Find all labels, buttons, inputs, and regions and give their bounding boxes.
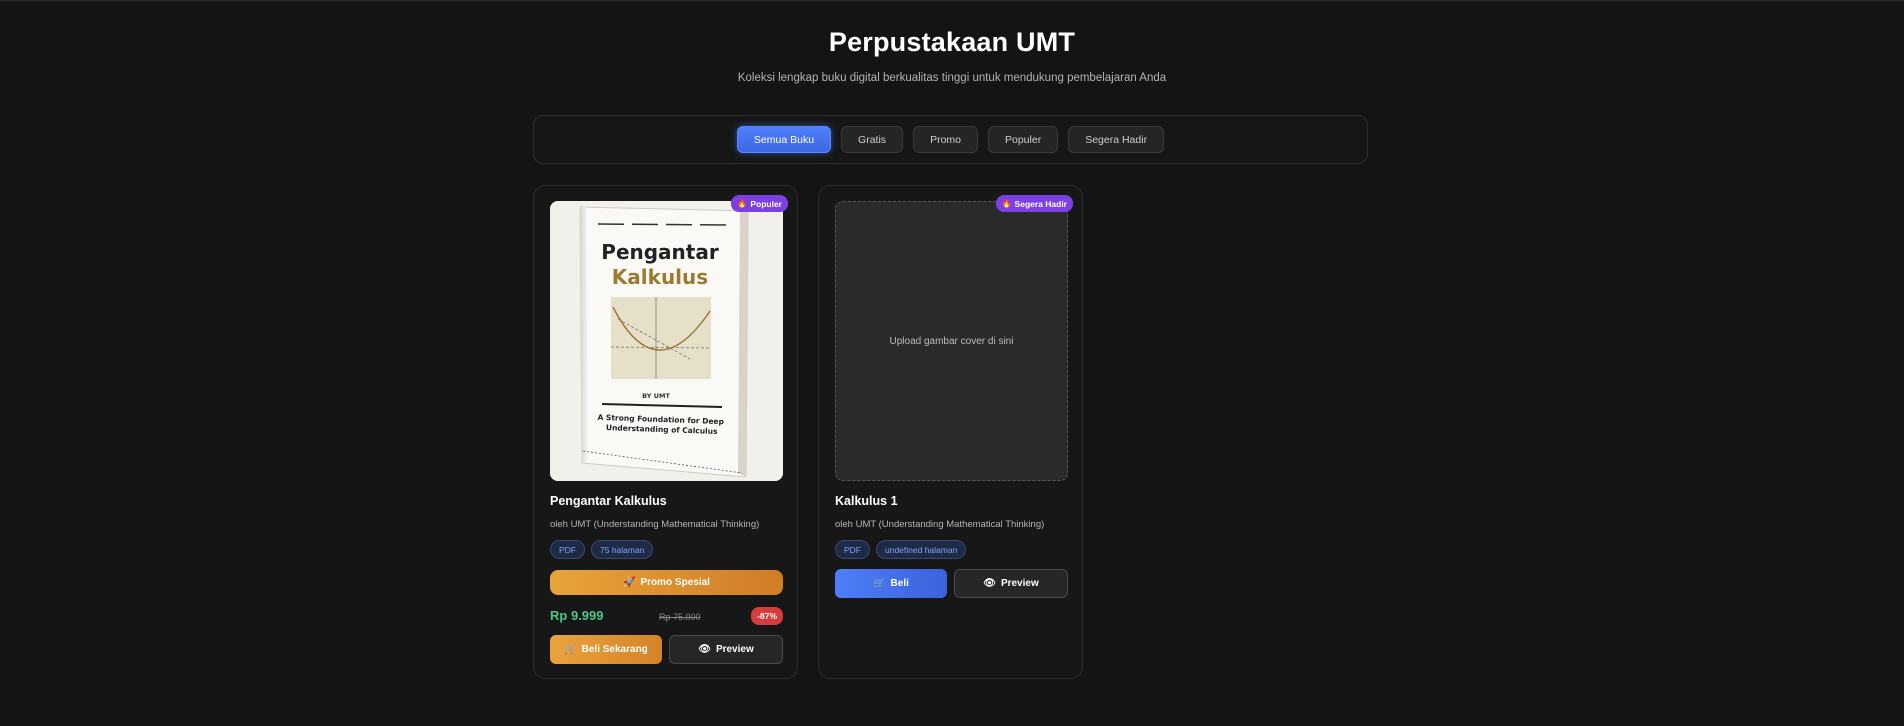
buy-label: Beli <box>890 578 909 589</box>
page-title: Perpustakaan UMT <box>828 27 1076 57</box>
placeholder-text: Upload gambar cover di sini <box>889 335 1014 347</box>
fire-icon: 🔥 <box>1001 199 1012 208</box>
card-actions: 🛒 Beli 👁 Preview <box>835 569 1068 598</box>
promo-label: Promo Spesial <box>640 577 710 588</box>
filter-populer[interactable]: Populer <box>988 126 1059 153</box>
filter-segera-hadir[interactable]: Segera Hadir <box>1068 126 1165 153</box>
page: Perpustakaan UMT Koleksi lengkap buku di… <box>0 0 1904 726</box>
book-author: oleh UMT (Understanding Mathematical Thi… <box>550 519 760 530</box>
badge-label: Segera Hadir <box>1014 198 1067 209</box>
rocket-icon: 🚀 <box>623 577 636 588</box>
book-title[interactable]: Pengantar Kalkulus <box>550 494 667 508</box>
book-cover-illustration: Pengantar Kalkulus BY UMT A Strong Found… <box>550 201 783 481</box>
pages-tag: undefined halaman <box>876 540 967 559</box>
filter-semua-buku[interactable]: Semua Buku <box>736 126 832 153</box>
eye-icon: 👁 <box>983 578 996 589</box>
page-subtitle: Koleksi lengkap buku digital berkualitas… <box>737 72 1167 84</box>
cover-title-line1: Pengantar <box>601 240 719 264</box>
buy-button[interactable]: 🛒 Beli <box>835 569 947 598</box>
pages-tag: 75 halaman <box>591 540 654 559</box>
book-card: Upload gambar cover di sini 🔥 Segera Had… <box>818 185 1083 679</box>
preview-label: Preview <box>1000 578 1039 589</box>
filter-bar: Semua Buku Gratis Promo Populer Segera H… <box>533 115 1368 164</box>
buy-now-label: Beli Sekarang <box>581 644 648 655</box>
filter-gratis[interactable]: Gratis <box>841 126 904 153</box>
status-badge: 🔥 Segera Hadir <box>995 195 1073 212</box>
preview-button[interactable]: 👁 Preview <box>954 569 1068 598</box>
filter-promo[interactable]: Promo <box>913 126 978 153</box>
book-card: Pengantar Kalkulus BY UMT A Strong Found… <box>533 185 798 679</box>
eye-icon: 👁 <box>698 644 711 655</box>
cover-author: BY UMT <box>642 392 670 400</box>
fire-icon: 🔥 <box>737 199 748 208</box>
book-author: oleh UMT (Understanding Mathematical Thi… <box>835 519 1045 530</box>
promo-banner: 🚀 Promo Spesial <box>550 570 783 595</box>
price-row: Rp 9.999 Rp 75.000 -87% <box>550 606 783 626</box>
status-badge: 🔥 Populer <box>731 195 788 212</box>
cart-icon: 🛒 <box>564 644 577 655</box>
buy-now-button[interactable]: 🛒 Beli Sekarang <box>550 635 662 664</box>
cart-icon: 🛒 <box>873 578 886 589</box>
format-tag: PDF <box>550 540 585 559</box>
format-tag: PDF <box>835 540 870 559</box>
header: Perpustakaan UMT Koleksi lengkap buku di… <box>0 1 1904 84</box>
book-tags: PDF 75 halaman <box>550 540 654 559</box>
original-price: Rp 75.000 <box>659 612 701 622</box>
discount-badge: -87% <box>751 607 783 625</box>
badge-label: Populer <box>750 198 782 209</box>
cover-title-line2: Kalkulus <box>612 265 708 289</box>
current-price: Rp 9.999 <box>550 608 604 623</box>
book-title[interactable]: Kalkulus 1 <box>835 494 898 508</box>
book-cover-image[interactable]: Pengantar Kalkulus BY UMT A Strong Found… <box>550 201 783 481</box>
card-actions: 🛒 Beli Sekarang 👁 Preview <box>550 635 783 664</box>
preview-label: Preview <box>715 644 754 655</box>
cover-upload-placeholder[interactable]: Upload gambar cover di sini <box>835 201 1068 481</box>
book-tags: PDF undefined halaman <box>835 540 967 559</box>
preview-button[interactable]: 👁 Preview <box>669 635 783 664</box>
